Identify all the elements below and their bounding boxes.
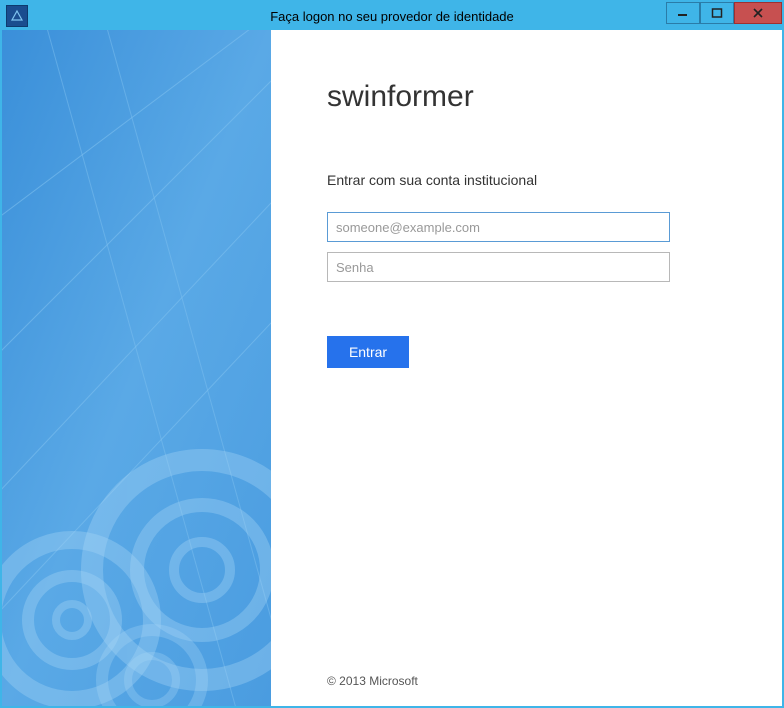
password-field[interactable] <box>327 252 670 282</box>
window-controls <box>666 2 782 30</box>
login-instruction: Entrar com sua conta institucional <box>327 172 726 188</box>
login-panel: swinformer Entrar com sua conta instituc… <box>271 30 782 706</box>
app-title: swinformer <box>327 80 726 114</box>
decorative-panel <box>2 30 271 706</box>
maximize-button[interactable] <box>700 2 734 24</box>
copyright-footer: © 2013 Microsoft <box>327 674 418 688</box>
window-title: Faça logon no seu provedor de identidade <box>2 9 782 24</box>
app-icon <box>6 5 28 27</box>
titlebar: Faça logon no seu provedor de identidade <box>2 2 782 30</box>
close-button[interactable] <box>734 2 782 24</box>
content-area: swinformer Entrar com sua conta instituc… <box>2 30 782 706</box>
signin-button[interactable]: Entrar <box>327 336 409 368</box>
email-field[interactable] <box>327 212 670 242</box>
app-window: Faça logon no seu provedor de identidade <box>0 0 784 708</box>
minimize-button[interactable] <box>666 2 700 24</box>
